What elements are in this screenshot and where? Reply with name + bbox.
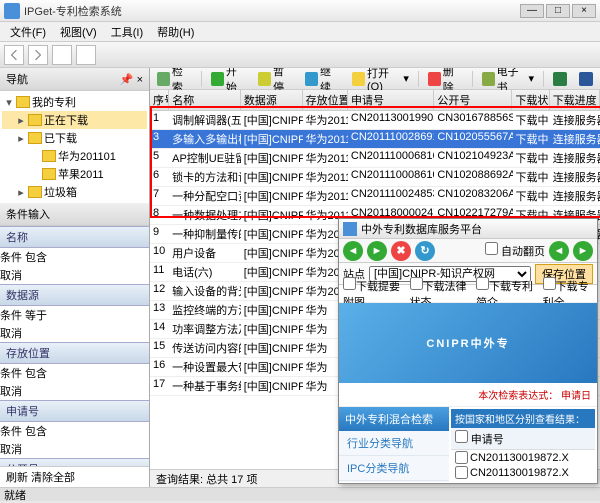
tree-item[interactable]: ▸正在下载 xyxy=(2,111,147,129)
nav-forward[interactable]: ► xyxy=(367,241,387,261)
nav-ipc[interactable]: IPC分类导航 xyxy=(339,456,449,481)
tree: ▾我的专利 ▸正在下载▸已下载华为201101苹果2011▸垃圾箱 xyxy=(0,91,149,203)
maximize-button[interactable]: □ xyxy=(546,4,570,18)
grid-header: 序号 名称 数据源 存放位置 申请号 公开号 下载状态 下载进度 xyxy=(150,90,600,111)
menu-file[interactable]: 文件(F) xyxy=(4,22,52,42)
acc-row[interactable]: 条件 包含 xyxy=(0,422,149,440)
control-bar: 检索 开始 暂停 继续 打开(O) ▾ 删除 电子书 ▾ xyxy=(150,68,600,90)
tool-back[interactable] xyxy=(4,45,24,65)
tree-item[interactable]: ▸垃圾箱 xyxy=(2,183,147,201)
cond-input-header[interactable]: 条件输入 xyxy=(0,203,149,226)
acc-header[interactable]: 公开号 xyxy=(0,458,149,466)
page-nav-header: 中外专利混合检索 xyxy=(339,407,449,431)
acc-row[interactable]: 条件 包含 xyxy=(0,364,149,382)
col-seq[interactable]: 序号 xyxy=(150,90,169,110)
window-title: IPGet-专利检索系统 xyxy=(24,3,520,19)
tool-3[interactable] xyxy=(52,45,72,65)
nav-next[interactable]: ► xyxy=(573,241,593,261)
nav-refresh[interactable]: ↻ xyxy=(415,241,435,261)
page-right: 按国家和地区分别查看结果： 申请号 CN201130019872.X CN201… xyxy=(449,407,597,482)
auto-page-check[interactable]: 自动翻页 xyxy=(485,242,545,259)
table-row[interactable]: 6锁卡的方法和设备[中国]CNIPF华为2011ICN201110008610.… xyxy=(150,168,600,187)
acc-header[interactable]: 数据源 xyxy=(0,284,149,306)
btn-excel[interactable] xyxy=(550,71,570,87)
nav-stop[interactable]: ✖ xyxy=(391,241,411,261)
browser-title-bar[interactable]: 中外专利数据库服务平台 xyxy=(339,219,597,239)
acc-header[interactable]: 名称 xyxy=(0,226,149,248)
close-button[interactable]: × xyxy=(572,4,596,18)
browser-window[interactable]: 中外专利数据库服务平台 ◄ ► ✖ ↻ 自动翻页 ◄ ► 站点 [中国]CNIP… xyxy=(338,218,598,484)
browser-icon xyxy=(343,222,357,236)
acc-row[interactable]: 取消 xyxy=(0,266,149,284)
accordion: 名称条件 包含取消数据源条件 等于取消存放位置条件 包含取消申请号条件 包含取消… xyxy=(0,226,149,466)
tool-4[interactable] xyxy=(76,45,96,65)
bottom-bar: 就绪 xyxy=(0,487,600,501)
toolbar xyxy=(0,42,600,68)
acc-row[interactable]: 条件 等于 xyxy=(0,306,149,324)
browser-title: 中外专利数据库服务平台 xyxy=(361,221,482,237)
browser-toolbar: ◄ ► ✖ ↻ 自动翻页 ◄ ► xyxy=(339,239,597,263)
minimize-button[interactable]: — xyxy=(520,4,544,18)
result-row[interactable]: CN201130019872.X xyxy=(451,450,595,465)
col-src[interactable]: 数据源 xyxy=(241,90,303,110)
search-expr: 本次检索表达式： 申请日 xyxy=(339,383,597,407)
col-name[interactable]: 名称 xyxy=(169,90,241,110)
acc-row[interactable]: 条件 包含 xyxy=(0,248,149,266)
col-loc[interactable]: 存放位置 xyxy=(303,90,348,110)
acc-header[interactable]: 申请号 xyxy=(0,400,149,422)
tree-item[interactable]: ▸已下载 xyxy=(2,129,147,147)
col-app[interactable]: 申请号 xyxy=(348,90,434,110)
sidebar: 导航 📌 × ▾我的专利 ▸正在下载▸已下载华为201101苹果2011▸垃圾箱… xyxy=(0,68,150,487)
table-row[interactable]: 1调制解调器(五)[中国]CNIPF华为2011ICN201130019905.… xyxy=(150,111,600,130)
acc-row[interactable]: 取消 xyxy=(0,440,149,458)
nav-back[interactable]: ◄ xyxy=(343,241,363,261)
nav-title: 导航 xyxy=(6,71,28,87)
browser-page: CNIPR中外专 本次检索表达式： 申请日 中外专利混合检索 行业分类导航 IP… xyxy=(339,303,597,483)
table-row[interactable]: 5AP控制UE驻留的[中国]CNIPF华为2011ICN201110006816… xyxy=(150,149,600,168)
browser-options: 下载提要附图 下载法律状态 下载专利简介 下载专利全 xyxy=(339,285,597,303)
menu-help[interactable]: 帮助(H) xyxy=(151,22,200,42)
btn-word[interactable] xyxy=(576,71,596,87)
cnipr-banner: CNIPR中外专 xyxy=(339,303,597,383)
results-col: 申请号 xyxy=(451,428,595,450)
app-icon xyxy=(4,3,20,19)
menu-view[interactable]: 视图(V) xyxy=(54,22,103,42)
menu-tools[interactable]: 工具(I) xyxy=(105,22,149,42)
tree-item[interactable]: 苹果2011 xyxy=(2,165,147,183)
table-row[interactable]: 3多输入多输出模式[中国]CNIPF华为2011ICN201110028691.… xyxy=(150,130,600,149)
tool-forward[interactable] xyxy=(28,45,48,65)
tree-root[interactable]: ▾我的专利 xyxy=(2,93,147,111)
acc-row[interactable]: 取消 xyxy=(0,324,149,342)
page-nav: 中外专利混合检索 行业分类导航 IPC分类导航 xyxy=(339,407,449,482)
title-bar: IPGet-专利检索系统 — □ × xyxy=(0,0,600,22)
result-row[interactable]: CN201130019872.X xyxy=(451,465,595,480)
nav-header: 导航 📌 × xyxy=(0,68,149,91)
col-status[interactable]: 下载状态 xyxy=(512,90,549,110)
tree-item[interactable]: 华为201101 xyxy=(2,147,147,165)
menu-bar: 文件(F) 视图(V) 工具(I) 帮助(H) xyxy=(0,22,600,42)
acc-row[interactable]: 取消 xyxy=(0,382,149,400)
pin-icon[interactable]: 📌 × xyxy=(120,73,143,86)
table-row[interactable]: 7一种分配空口资源[中国]CNIPF华为2011ICN201110024853.… xyxy=(150,187,600,206)
nav-industry[interactable]: 行业分类导航 xyxy=(339,431,449,456)
results-header: 按国家和地区分别查看结果： xyxy=(451,409,595,428)
nav-prev[interactable]: ◄ xyxy=(549,241,569,261)
acc-header[interactable]: 存放位置 xyxy=(0,342,149,364)
col-pub[interactable]: 公开号 xyxy=(434,90,512,110)
col-progress[interactable]: 下载进度 xyxy=(550,90,600,110)
acc-footer[interactable]: 刷新 清除全部 xyxy=(0,466,149,487)
